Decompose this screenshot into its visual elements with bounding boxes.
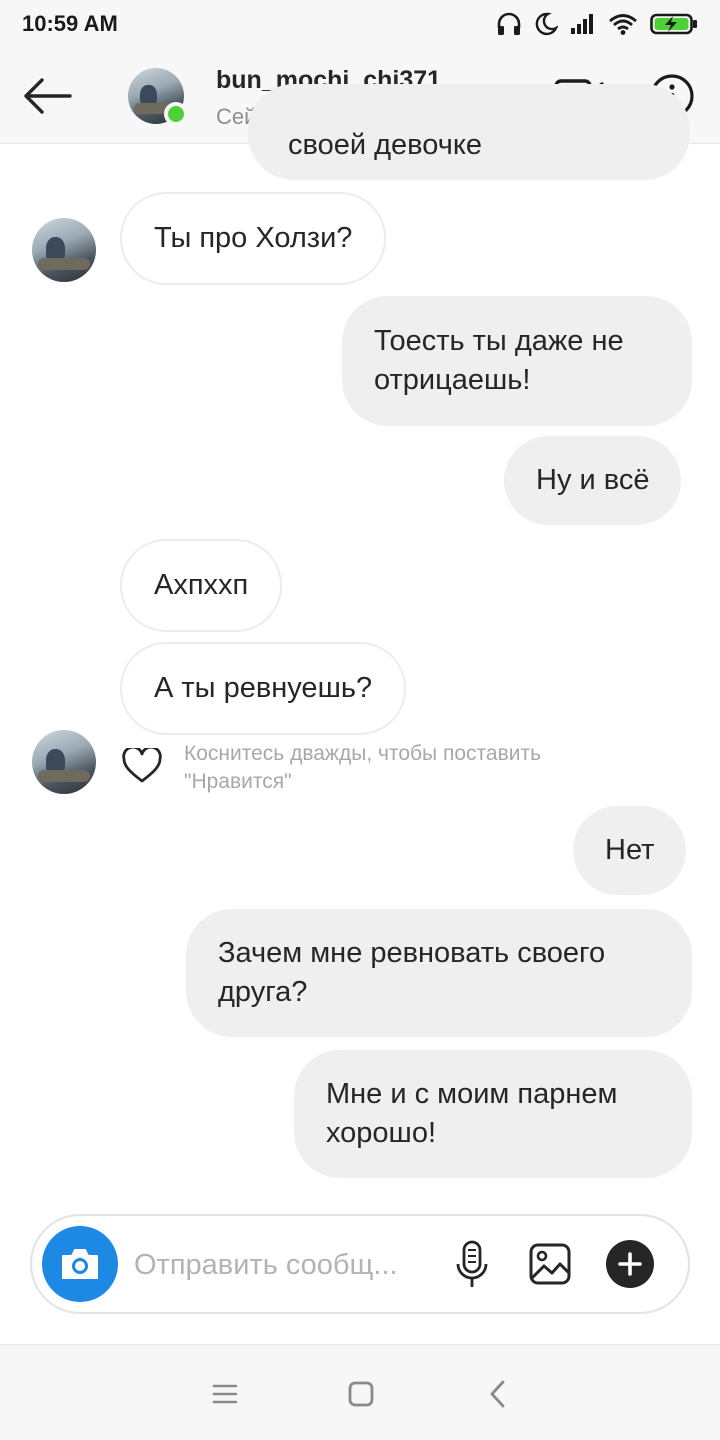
message-text: Мне и с моим парнем хорошо! xyxy=(326,1078,618,1149)
back-arrow-icon xyxy=(24,78,72,114)
wifi-icon xyxy=(609,14,637,35)
avatar xyxy=(32,730,96,794)
status-time: 10:59 AM xyxy=(22,11,118,36)
plus-icon xyxy=(618,1252,642,1276)
camera-button[interactable] xyxy=(42,1226,118,1302)
recent-apps-button[interactable] xyxy=(210,1379,240,1409)
battery-charging-icon xyxy=(650,13,697,35)
headphones-icon xyxy=(497,12,521,35)
avatar xyxy=(32,218,96,282)
message-text: Зачем мне ревновать своего друга? xyxy=(218,937,606,1008)
message-text: Ахпххп xyxy=(154,569,249,601)
message-text: Нет xyxy=(605,834,655,866)
camera-icon xyxy=(62,1249,98,1279)
message-bubble-outgoing[interactable]: Нет xyxy=(573,806,687,895)
message-text: Ну и всё xyxy=(536,464,650,496)
message-text: своей девочке xyxy=(288,129,482,161)
like-hint-text: Коснитесь дважды, чтобы поставить "Нрави… xyxy=(184,740,541,796)
status-bar: 10:59 AM xyxy=(0,0,720,48)
message-bubble-outgoing[interactable]: Тоесть ты даже не отрицаешь! xyxy=(342,296,692,426)
home-button[interactable] xyxy=(346,1379,376,1409)
header-avatar[interactable] xyxy=(128,68,188,126)
sender-avatar[interactable] xyxy=(32,730,96,794)
gallery-icon xyxy=(529,1243,571,1285)
message-text: А ты ревнуешь? xyxy=(154,672,373,704)
back-chevron-icon xyxy=(490,1380,505,1408)
back-nav-button[interactable] xyxy=(484,1379,514,1409)
message-bubble-incoming[interactable]: Ты про Холзи? xyxy=(120,192,387,285)
message-bubble-outgoing[interactable]: Мне и с моим парнем хорошо! xyxy=(294,1050,692,1178)
message-text: Ты про Холзи? xyxy=(154,222,353,254)
like-hint-line: "Нравится" xyxy=(184,770,292,793)
message-bubble-outgoing[interactable]: Ну и всё xyxy=(504,436,682,525)
menu-icon xyxy=(212,1384,238,1404)
message-bubble-incoming[interactable]: А ты ревнуешь? xyxy=(120,642,407,735)
more-options-button[interactable] xyxy=(606,1240,654,1288)
signal-icon xyxy=(571,14,593,34)
message-bubble-outgoing[interactable]: своей девочке xyxy=(248,84,690,180)
like-hint-line: Коснитесь дважды, чтобы поставить xyxy=(184,742,542,765)
chat-screen: 10:59 AM bun_mochi_chj371 своей девочке … xyxy=(0,0,720,1440)
heart-icon[interactable] xyxy=(122,748,162,784)
voice-message-button[interactable] xyxy=(454,1240,490,1290)
home-square-icon xyxy=(348,1381,374,1407)
status-icons xyxy=(496,12,698,36)
system-nav-bar xyxy=(0,1344,720,1440)
message-composer xyxy=(30,1214,690,1314)
microphone-icon xyxy=(456,1240,488,1287)
message-bubble-incoming[interactable]: Ахпххп xyxy=(120,539,283,632)
moon-icon xyxy=(535,12,558,36)
sender-avatar[interactable] xyxy=(32,218,96,282)
like-hint: Коснитесь дважды, чтобы поставить "Нрави… xyxy=(122,740,541,796)
message-text: Тоесть ты даже не отрицаешь! xyxy=(374,325,624,396)
online-indicator xyxy=(164,102,188,126)
gallery-button[interactable] xyxy=(528,1242,572,1286)
back-button[interactable] xyxy=(20,76,76,116)
message-input[interactable] xyxy=(134,1242,434,1288)
message-bubble-outgoing[interactable]: Зачем мне ревновать своего друга? xyxy=(186,909,692,1037)
